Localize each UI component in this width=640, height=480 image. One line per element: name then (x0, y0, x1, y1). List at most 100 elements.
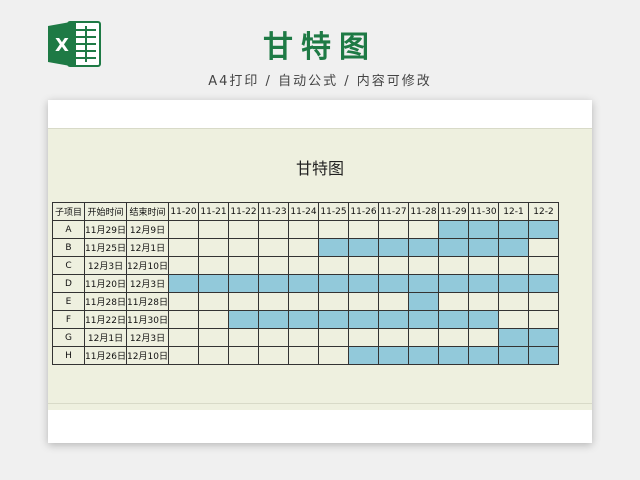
gantt-bar-cell (288, 310, 319, 329)
gantt-empty-cell (408, 256, 439, 275)
gantt-empty-cell (288, 220, 319, 239)
cell-start: 12月1日 (84, 328, 127, 347)
gantt-bar-cell (408, 346, 439, 365)
gantt-bar-cell (348, 274, 379, 293)
gantt-empty-cell (498, 292, 529, 311)
gantt-bar-cell (408, 274, 439, 293)
cell-end: 12月3日 (126, 274, 169, 293)
column-header: 11-30 (468, 202, 499, 221)
gantt-bar-cell (438, 238, 469, 257)
cell-end: 12月3日 (126, 328, 169, 347)
table-row: D 11月20日 12月3日 (52, 274, 559, 293)
gantt-bar-cell (528, 274, 559, 293)
column-header: 11-26 (348, 202, 379, 221)
cell-id: G (52, 328, 85, 347)
gantt-bar-cell (468, 310, 499, 329)
column-header: 11-28 (408, 202, 439, 221)
gantt-empty-cell (468, 328, 499, 347)
gantt-empty-cell (228, 220, 259, 239)
table-row: B 11月25日 12月1日 (52, 238, 559, 257)
gantt-bar-cell (258, 274, 289, 293)
gantt-bar-cell (438, 310, 469, 329)
gantt-bar-cell (348, 238, 379, 257)
gantt-empty-cell (288, 292, 319, 311)
gantt-empty-cell (198, 310, 229, 329)
cell-id: B (52, 238, 85, 257)
gantt-bar-cell (498, 346, 529, 365)
gantt-empty-cell (318, 346, 349, 365)
column-header: 11-21 (198, 202, 229, 221)
table-row: E 11月28日 11月28日 (52, 292, 559, 311)
gantt-empty-cell (318, 256, 349, 275)
gantt-empty-cell (408, 328, 439, 347)
gantt-bar-cell (378, 346, 409, 365)
gantt-bar-cell (228, 310, 259, 329)
gantt-bar-cell (198, 274, 229, 293)
gantt-bar-cell (498, 238, 529, 257)
gantt-bar-cell (468, 346, 499, 365)
sheet-footer-band (48, 404, 592, 410)
gantt-bar-cell (468, 220, 499, 239)
cell-id: A (52, 220, 85, 239)
gantt-empty-cell (198, 238, 229, 257)
gantt-empty-cell (258, 292, 289, 311)
gantt-bar-cell (408, 310, 439, 329)
page-subtitle: A4打印 / 自动公式 / 内容可修改 (208, 74, 432, 89)
column-header: 11-24 (288, 202, 319, 221)
gantt-empty-cell (258, 256, 289, 275)
cell-start: 11月22日 (84, 310, 127, 329)
cell-start: 11月28日 (84, 292, 127, 311)
gantt-empty-cell (318, 328, 349, 347)
cell-start: 12月3日 (84, 256, 127, 275)
gantt-empty-cell (258, 328, 289, 347)
cell-end: 12月1日 (126, 238, 169, 257)
column-header: 12-1 (498, 202, 529, 221)
gantt-empty-cell (198, 256, 229, 275)
gantt-empty-cell (258, 238, 289, 257)
gantt-bar-cell (318, 274, 349, 293)
gantt-empty-cell (198, 220, 229, 239)
table-row: A 11月29日 12月9日 (52, 220, 559, 239)
gantt-bar-cell (258, 310, 289, 329)
gantt-bar-cell (468, 274, 499, 293)
gantt-empty-cell (378, 256, 409, 275)
table-row: C 12月3日 12月10日 (52, 256, 559, 275)
cell-start: 11月20日 (84, 274, 127, 293)
gantt-empty-cell (348, 328, 379, 347)
gantt-bar-cell (468, 238, 499, 257)
gantt-bar-cell (498, 220, 529, 239)
gantt-table: 子项目 开始时间 结束时间 11-20 11-21 11-22 11-23 11-24 11-2… (52, 202, 559, 365)
gantt-empty-cell (168, 220, 199, 239)
gantt-empty-cell (198, 346, 229, 365)
gantt-empty-cell (228, 328, 259, 347)
gantt-bar-cell (528, 346, 559, 365)
column-header: 结束时间 (126, 202, 169, 221)
gantt-empty-cell (348, 292, 379, 311)
gantt-empty-cell (468, 292, 499, 311)
column-header: 11-29 (438, 202, 469, 221)
column-header: 12-2 (528, 202, 559, 221)
gantt-empty-cell (228, 238, 259, 257)
gantt-empty-cell (168, 292, 199, 311)
cell-end: 12月10日 (126, 346, 169, 365)
gantt-empty-cell (498, 310, 529, 329)
column-header: 11-25 (318, 202, 349, 221)
column-header: 11-20 (168, 202, 199, 221)
gantt-bar-cell (318, 238, 349, 257)
gantt-empty-cell (408, 220, 439, 239)
gantt-empty-cell (438, 256, 469, 275)
gantt-empty-cell (168, 256, 199, 275)
cell-id: H (52, 346, 85, 365)
gantt-empty-cell (438, 328, 469, 347)
gantt-bar-cell (348, 310, 379, 329)
gantt-bar-cell (378, 238, 409, 257)
gantt-empty-cell (318, 292, 349, 311)
cell-end: 12月9日 (126, 220, 169, 239)
gantt-bar-cell (228, 274, 259, 293)
column-header: 11-23 (258, 202, 289, 221)
gantt-bar-cell (498, 274, 529, 293)
chart-title: 甘特图 (295, 159, 344, 178)
gantt-empty-cell (228, 292, 259, 311)
gantt-empty-cell (468, 256, 499, 275)
page-title: 甘特图 (263, 30, 377, 65)
